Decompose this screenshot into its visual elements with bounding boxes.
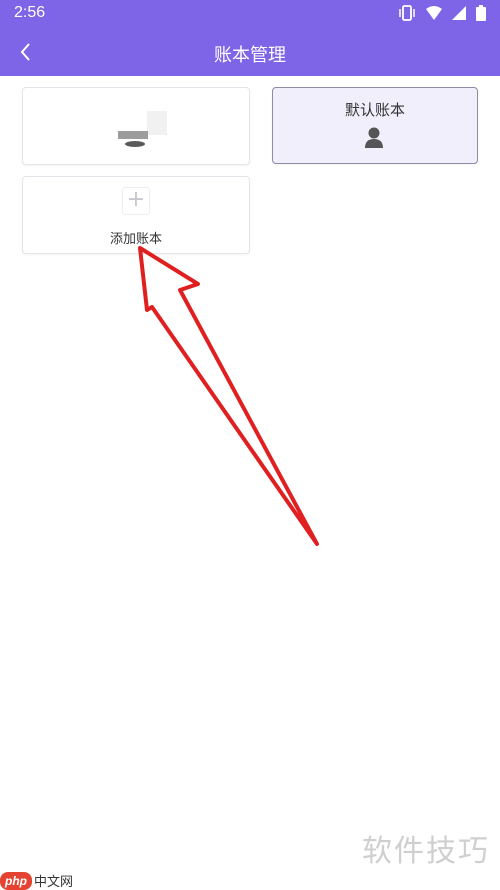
blurred-account-image: [118, 111, 167, 147]
site-logo: php 中文网: [0, 871, 73, 890]
signal-icon: [452, 6, 466, 20]
status-bar: 2:56: [0, 0, 500, 28]
plus-icon: +: [122, 187, 150, 215]
default-account-card[interactable]: 默认账本: [272, 87, 478, 164]
add-account-label: 添加账本: [109, 232, 162, 247]
wifi-icon: [426, 6, 442, 20]
php-logo-mark: php: [0, 871, 32, 890]
battery-icon: [476, 5, 486, 21]
account-card-blurred[interactable]: [22, 87, 250, 165]
app-bar: 账本管理: [0, 28, 500, 76]
status-icons: [398, 5, 486, 21]
watermark-text: 软件技巧: [362, 834, 490, 869]
default-account-label: 默认账本: [344, 101, 405, 119]
vibrate-icon: [399, 5, 415, 21]
add-account-card[interactable]: + 添加账本: [22, 176, 250, 254]
status-time: 2:56: [14, 4, 46, 21]
user-icon: [365, 127, 383, 148]
php-logo-text: 中文网: [34, 875, 74, 890]
page-title: 账本管理: [214, 45, 286, 66]
